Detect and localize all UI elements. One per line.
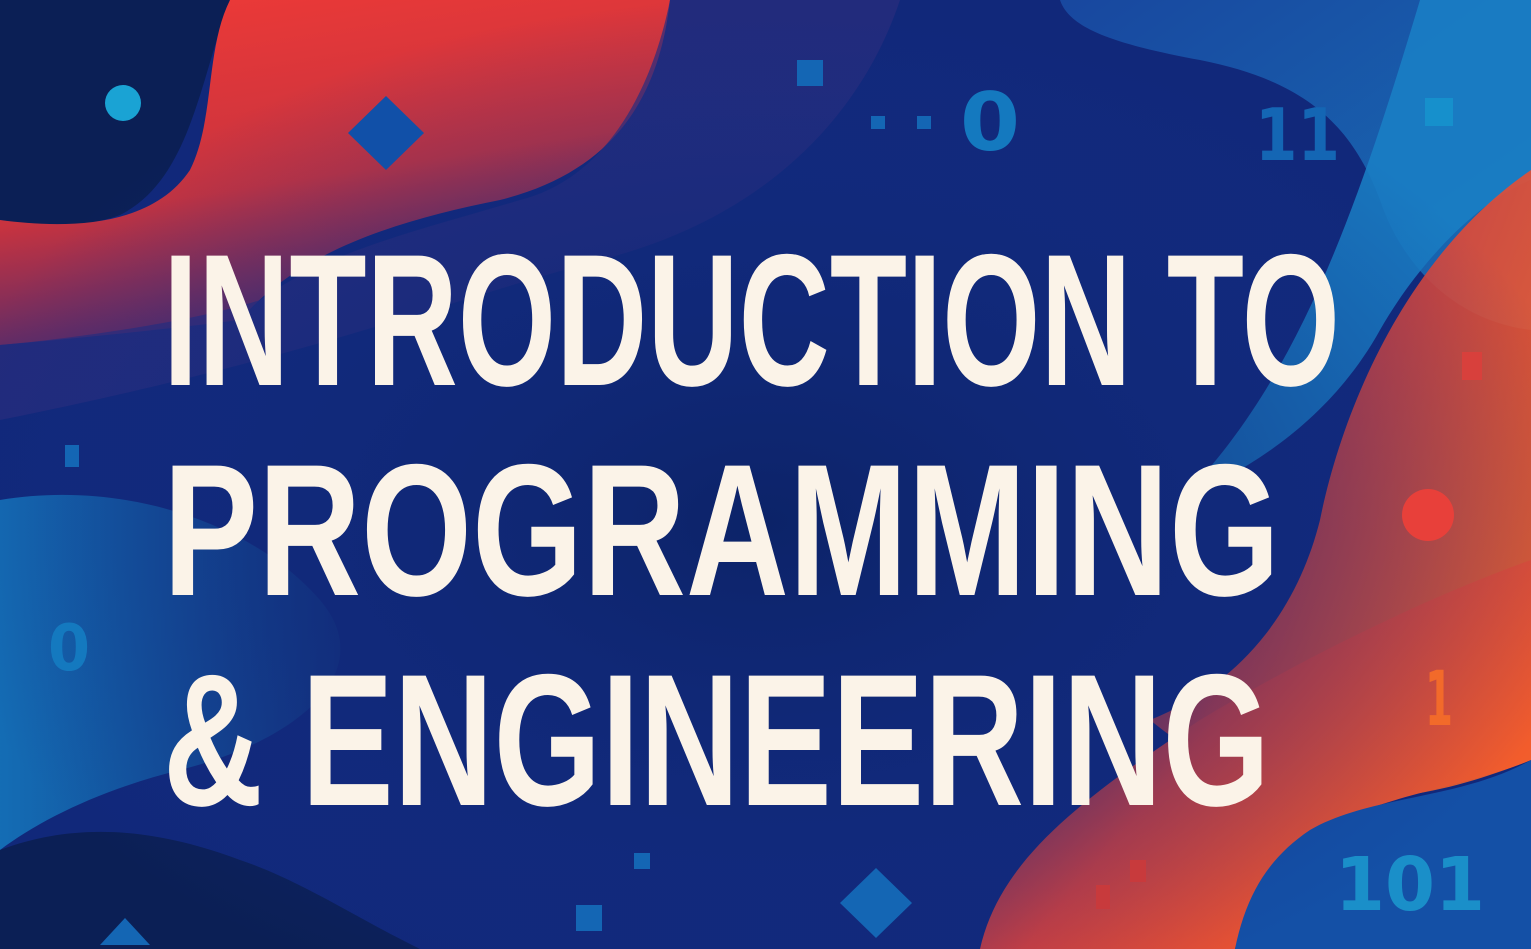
square-decoration — [634, 853, 650, 869]
square-decoration — [1096, 885, 1110, 909]
digits-top-right: 11 — [1255, 93, 1340, 177]
circle-decoration — [105, 85, 141, 121]
square-decoration — [917, 116, 931, 129]
title-line-3: & ENGINEERING — [163, 635, 1270, 845]
circle-decoration — [1402, 489, 1454, 541]
digits-bottom-right: 101 — [1335, 842, 1485, 928]
square-decoration — [1425, 98, 1453, 126]
square-decoration — [576, 905, 602, 931]
title-line-1: INTRODUCTION TO — [163, 215, 1340, 425]
digit-top-center: 0 — [960, 76, 1020, 169]
title-line-2: PROGRAMMING — [163, 425, 1280, 635]
poster: 11 0 0 1 101 INTRODUCTION TO PROGRAMMING… — [0, 0, 1531, 949]
square-decoration — [1130, 860, 1146, 882]
digit-left: 0 — [48, 612, 90, 686]
square-decoration — [1462, 352, 1482, 380]
square-decoration — [65, 445, 79, 467]
square-decoration — [797, 60, 823, 86]
digit-right: 1 — [1425, 654, 1453, 743]
square-decoration — [871, 116, 885, 129]
poster-art: 11 0 0 1 101 INTRODUCTION TO PROGRAMMING… — [0, 0, 1531, 949]
